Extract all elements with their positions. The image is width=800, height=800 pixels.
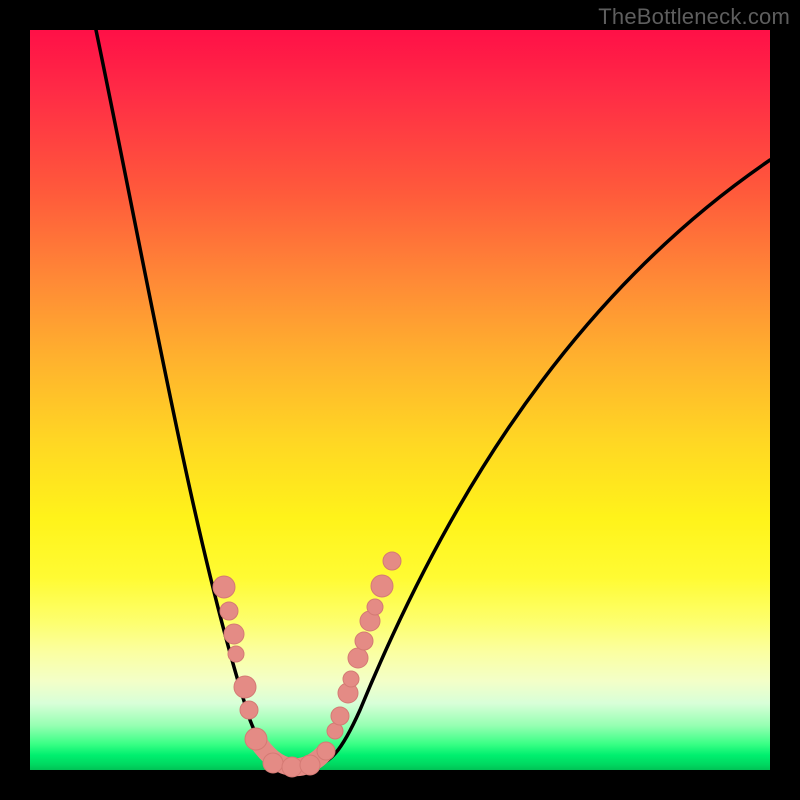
data-marker bbox=[317, 742, 335, 760]
data-marker bbox=[367, 599, 383, 615]
data-marker bbox=[348, 648, 368, 668]
data-marker bbox=[224, 624, 244, 644]
data-marker bbox=[371, 575, 393, 597]
data-marker bbox=[234, 676, 256, 698]
marker-layer bbox=[213, 552, 401, 777]
chart-frame: TheBottleneck.com bbox=[0, 0, 800, 800]
plot-area bbox=[30, 30, 770, 770]
data-marker bbox=[331, 707, 349, 725]
data-marker bbox=[245, 728, 267, 750]
data-marker bbox=[282, 757, 302, 777]
chart-svg bbox=[30, 30, 770, 770]
data-marker bbox=[228, 646, 244, 662]
data-marker bbox=[220, 602, 238, 620]
data-marker bbox=[240, 701, 258, 719]
data-marker bbox=[355, 632, 373, 650]
data-marker bbox=[213, 576, 235, 598]
bottleneck-curve bbox=[96, 30, 770, 767]
data-marker bbox=[300, 755, 320, 775]
curve-layer bbox=[96, 30, 770, 767]
data-marker bbox=[343, 671, 359, 687]
data-marker bbox=[383, 552, 401, 570]
data-marker bbox=[263, 753, 283, 773]
watermark-text: TheBottleneck.com bbox=[598, 4, 790, 30]
